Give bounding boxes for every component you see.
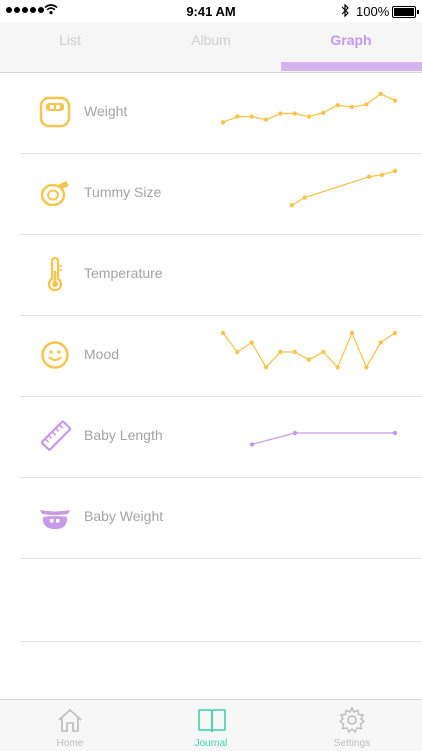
sparkline-point — [289, 203, 294, 208]
sparkline-point — [364, 102, 369, 107]
tab-home[interactable]: Home — [0, 700, 140, 751]
row-weight[interactable]: Weight — [20, 72, 422, 154]
row-temperature[interactable]: Temperature — [20, 234, 422, 316]
sparkline-point — [278, 111, 283, 116]
sparkline-point — [335, 103, 340, 108]
row-baby-weight[interactable]: Baby Weight — [20, 477, 422, 559]
sparkline-point — [306, 114, 312, 119]
sparkline-point — [349, 104, 355, 110]
home-icon — [58, 708, 82, 732]
thermometer-icon — [47, 257, 63, 291]
sparkline-point — [378, 340, 383, 345]
sparkline-point — [235, 349, 240, 355]
tab-graph[interactable]: Graph — [281, 32, 421, 48]
sparkline-point — [364, 365, 369, 370]
sparkline-point — [292, 430, 298, 436]
sparkline-point — [306, 357, 312, 362]
sparkline-point — [220, 330, 226, 336]
sparkline-point — [392, 168, 398, 174]
battery-icon — [392, 6, 419, 18]
sparkline-point — [220, 120, 226, 125]
sparkline-point — [278, 349, 283, 355]
sparkline-point — [263, 117, 269, 122]
tab-label: Settings — [333, 738, 371, 749]
sparkline-path — [291, 170, 396, 206]
tab-album[interactable]: Album — [141, 32, 281, 48]
tab-settings[interactable]: Settings — [282, 700, 422, 751]
row-label: Baby Weight — [84, 508, 164, 524]
tab-journal[interactable]: Journal — [141, 700, 281, 751]
sparkline-point — [292, 111, 297, 116]
row-label: Temperature — [84, 265, 163, 281]
sparkline-point — [249, 442, 255, 447]
tab-label: Home — [56, 738, 84, 749]
bottom-tab-bar: Home Journal Settings — [0, 699, 422, 751]
sparkline-point — [292, 349, 297, 355]
sparkline-point — [349, 330, 355, 336]
sparkline-point — [392, 430, 398, 436]
sparkline-point — [263, 365, 269, 370]
gear-icon — [338, 706, 366, 734]
bluetooth-icon — [341, 3, 349, 18]
sparkline-point — [392, 98, 398, 103]
sparkline-point — [335, 365, 340, 370]
row-baby-length[interactable]: Baby Length — [20, 396, 422, 478]
status-bar: 9:41 AM 100% — [0, 0, 422, 22]
sparkline-path — [222, 331, 396, 369]
tummy-size-sparkline — [289, 168, 398, 208]
sparkline-point — [235, 114, 240, 119]
sparkline-point — [367, 174, 372, 179]
tab-label: Journal — [194, 738, 228, 749]
sparkline-point — [249, 114, 254, 119]
tab-list[interactable]: List — [0, 32, 140, 48]
baby-length-sparkline — [249, 430, 398, 447]
sparkline-point — [392, 330, 398, 336]
row-tummy-size[interactable]: Tummy Size — [20, 153, 422, 235]
mood-sparkline — [220, 330, 398, 370]
baby-scale-icon — [40, 510, 70, 529]
sparkline-point — [379, 172, 385, 177]
journal-icon — [198, 709, 226, 733]
sparkline-point — [321, 349, 326, 355]
sparkline-point — [378, 91, 383, 96]
active-tab-indicator — [281, 62, 422, 71]
sparkline-point — [249, 340, 254, 345]
row-mood[interactable]: Mood — [20, 315, 422, 397]
battery-percent: 100% — [356, 4, 390, 19]
sparkline-path — [251, 432, 395, 446]
sparkline-point — [302, 195, 307, 200]
divider — [20, 641, 422, 642]
sparkline-point — [321, 110, 326, 115]
weight-sparkline — [220, 91, 398, 125]
